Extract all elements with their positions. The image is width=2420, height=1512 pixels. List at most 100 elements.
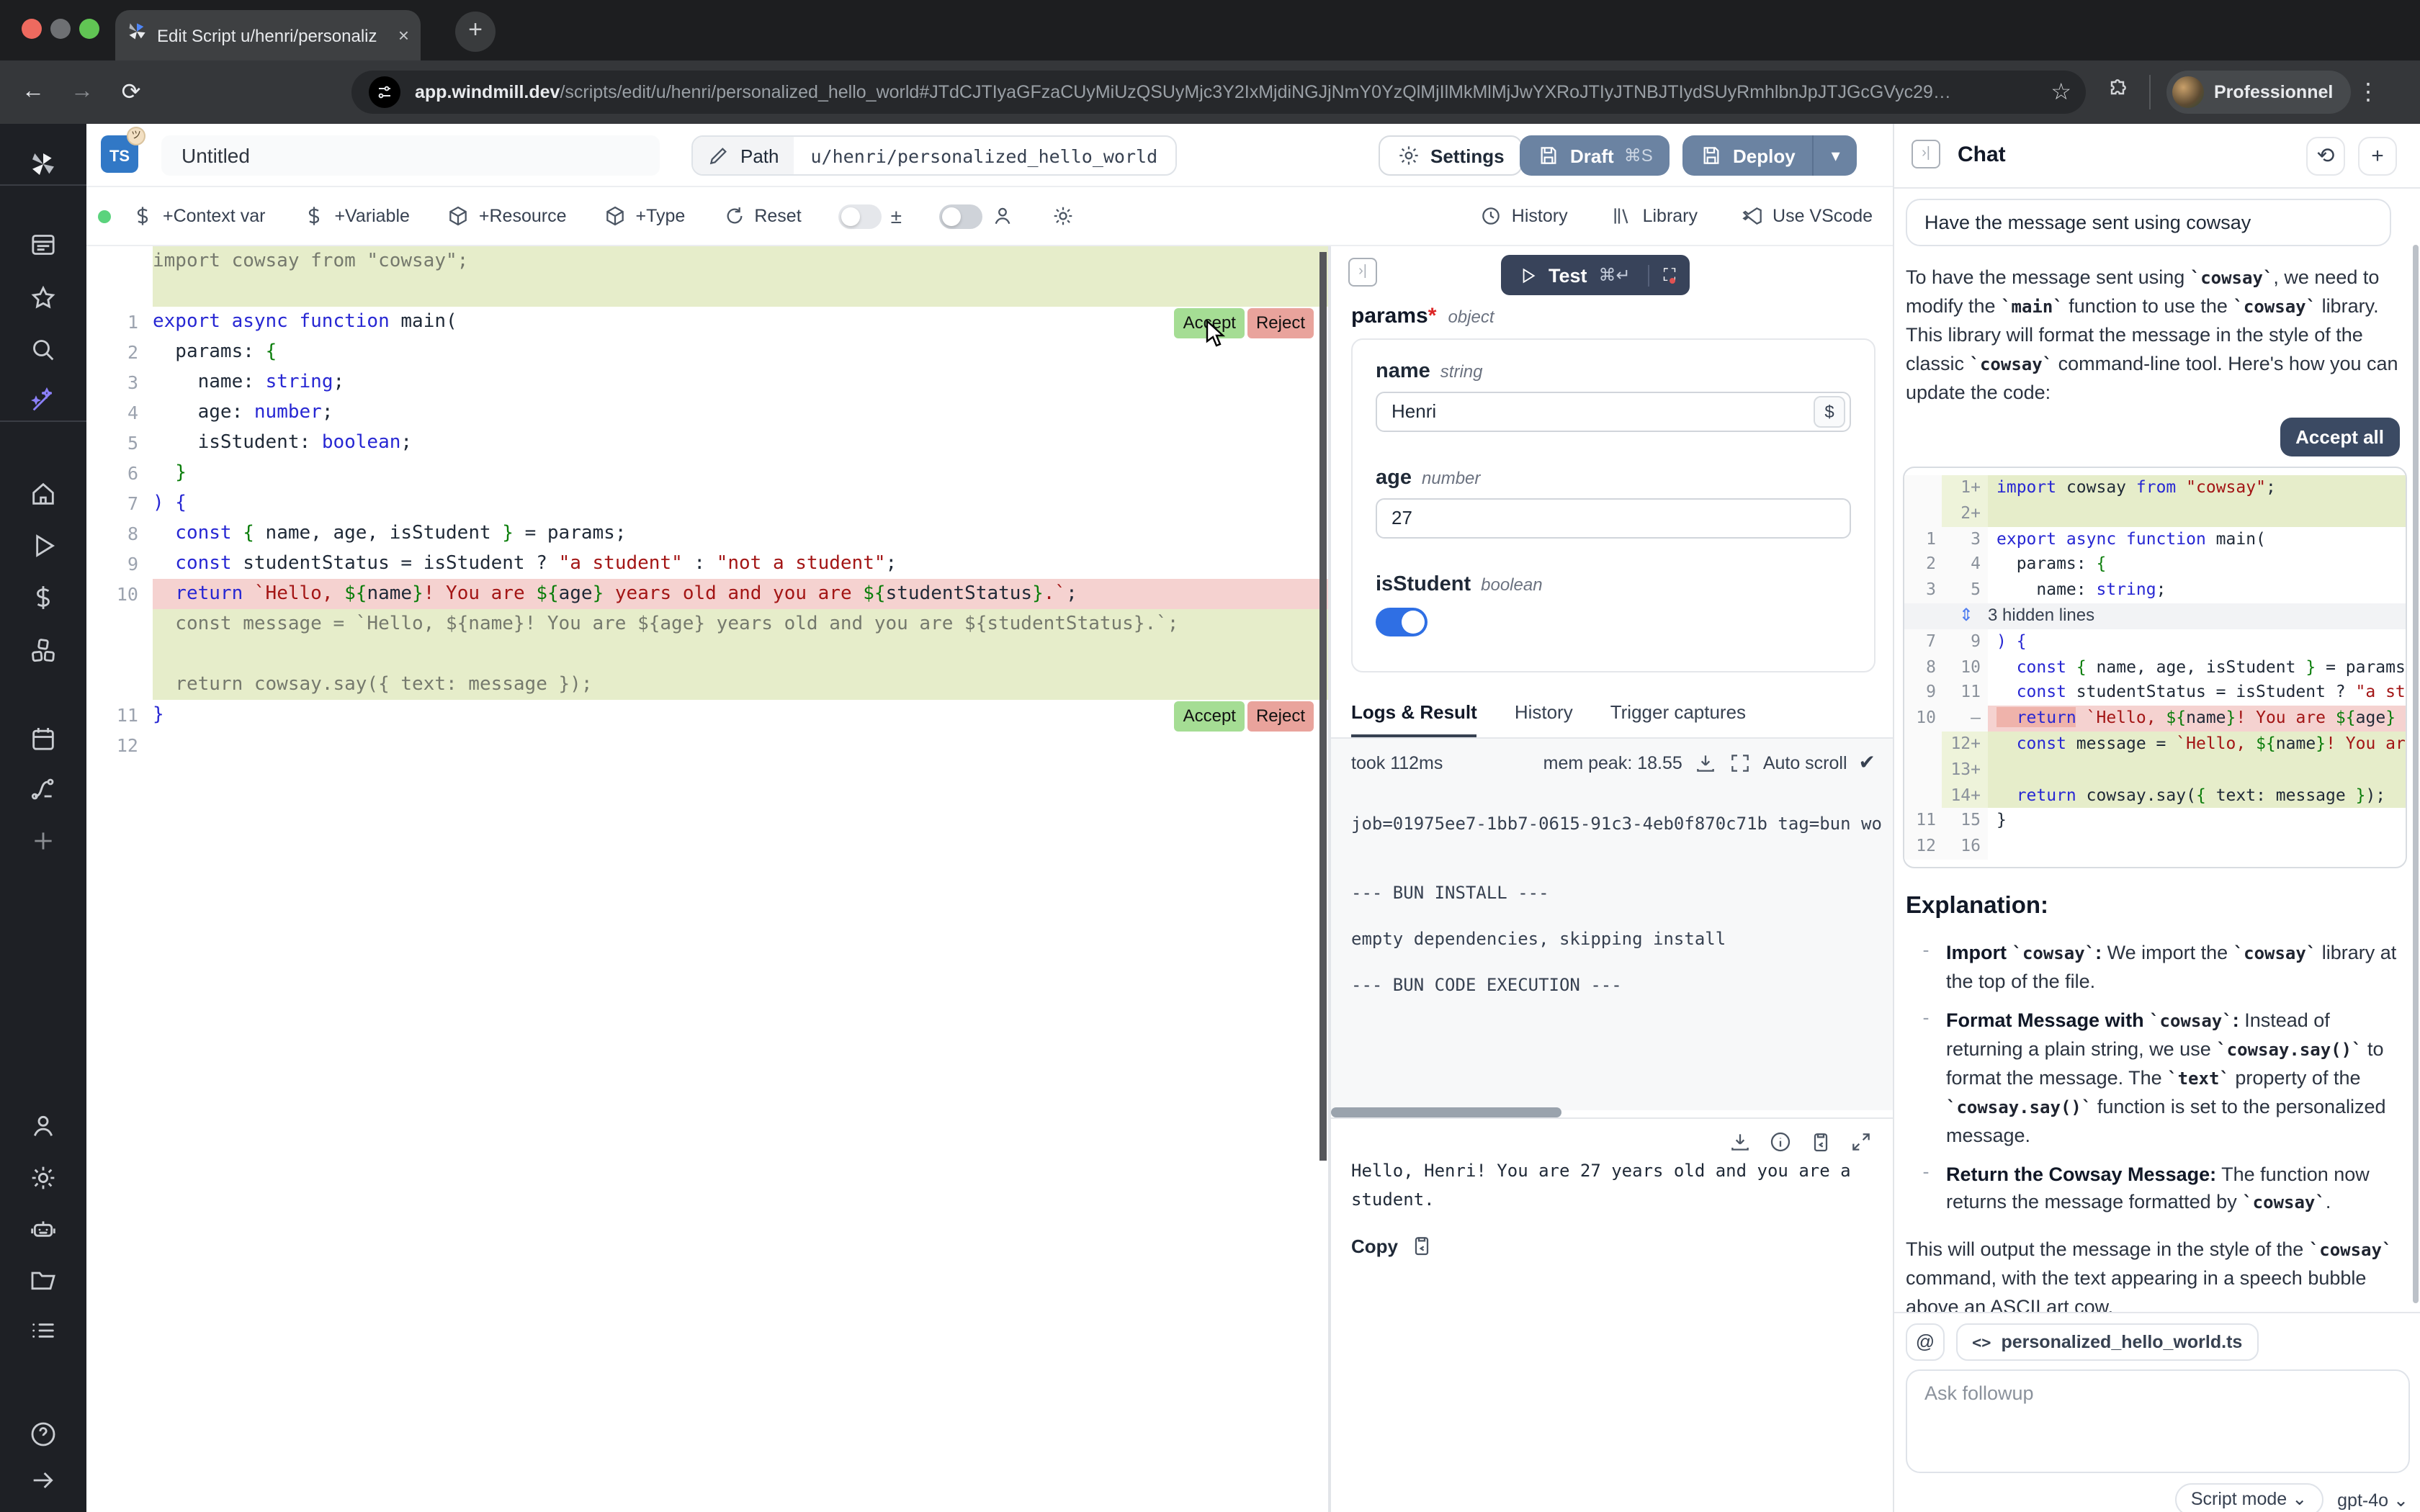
sidebar-item-resources-icon[interactable]	[0, 636, 86, 672]
sidebar-item-routes-icon[interactable]	[0, 775, 86, 811]
sidebar-item-help-icon[interactable]	[0, 1420, 86, 1456]
sidebar-item-plus-icon[interactable]	[0, 827, 86, 863]
type-button[interactable]: +Type	[604, 204, 686, 228]
settings-button[interactable]: Settings	[1379, 135, 1523, 176]
download-icon[interactable]	[1729, 1130, 1752, 1153]
chat-panel-icon[interactable]: ›|	[1912, 140, 1940, 168]
diff-toggle[interactable]	[839, 204, 882, 228]
variable-button[interactable]: +Variable	[302, 204, 409, 228]
sidebar-item-user-icon[interactable]	[0, 1112, 86, 1148]
capture-button[interactable]: ⛶	[1649, 264, 1690, 286]
editor-line[interactable]: 10 return `Hello, ${name}! You are ${age…	[86, 579, 1328, 609]
tab-trigger-captures[interactable]: Trigger captures	[1610, 701, 1746, 737]
logs-horizontal-scrollbar[interactable]	[1331, 1107, 1561, 1117]
editor-line[interactable]	[86, 276, 1328, 307]
sidebar-item-calendar-icon[interactable]	[0, 724, 86, 760]
accept-button[interactable]: Accept	[1175, 701, 1245, 732]
reject-button[interactable]: Reject	[1247, 308, 1314, 338]
library-button[interactable]: Library	[1611, 204, 1698, 228]
sidebar-item-play-icon[interactable]	[0, 531, 86, 567]
sidebar-item-folder-icon[interactable]	[0, 1266, 86, 1302]
copy-result-button[interactable]: Copy	[1351, 1234, 1433, 1257]
back-icon[interactable]: ←	[9, 79, 58, 105]
editor-line[interactable]: 4 age: number;	[86, 397, 1328, 428]
sidebar-item-magic-wand-icon[interactable]	[0, 386, 86, 422]
isStudent-toggle[interactable]	[1376, 608, 1428, 636]
name-field[interactable]: Henri$	[1376, 392, 1851, 432]
window-close-button[interactable]	[22, 19, 42, 39]
expand-hidden-icon[interactable]: ⇕	[1904, 603, 1988, 629]
new-tab-button[interactable]: +	[455, 12, 496, 52]
editor-line[interactable]	[86, 639, 1328, 670]
clipboard-icon[interactable]	[1809, 1130, 1832, 1153]
usevscode-button[interactable]: Use VScode	[1741, 204, 1873, 228]
sidebar-item-apps-icon[interactable]	[0, 230, 86, 266]
editor-line[interactable]: 5 isStudent: boolean;	[86, 428, 1328, 458]
history-button[interactable]: History	[1480, 204, 1568, 228]
path-editor[interactable]: Path u/henri/personalized_hello_world	[691, 135, 1176, 176]
omnibox[interactable]: app.windmill.dev/scripts/edit/u/henri/pe…	[351, 71, 2086, 114]
autoscroll-label[interactable]: Auto scroll	[1763, 752, 1847, 773]
profile-chip[interactable]: Professionnel	[2166, 71, 2350, 114]
browser-menu-icon[interactable]: ⋮	[2357, 78, 2380, 107]
gear-button[interactable]	[1052, 204, 1075, 228]
collapse-panel-icon[interactable]: ›|	[1348, 258, 1377, 287]
editor-line[interactable]: 8 const { name, age, isStudent } = param…	[86, 518, 1328, 549]
window-zoom-button[interactable]	[79, 19, 99, 39]
sidebar-item-search-icon[interactable]	[0, 336, 86, 372]
test-button[interactable]: Test⌘↵	[1501, 264, 1649, 286]
editor-line[interactable]: import cowsay from "cowsay";	[86, 246, 1328, 276]
model-select[interactable]: gpt-4o ⌄	[2337, 1489, 2408, 1511]
mention-button[interactable]: @	[1906, 1323, 1945, 1361]
sidebar-item-star-icon[interactable]	[0, 284, 86, 320]
toggle-pm[interactable]: ±	[839, 204, 902, 228]
reject-button[interactable]: Reject	[1247, 701, 1314, 732]
window-minimize-button[interactable]	[50, 19, 71, 39]
followup-input[interactable]: Ask followup	[1906, 1369, 2410, 1473]
info-icon[interactable]	[1769, 1130, 1792, 1153]
site-settings-icon[interactable]	[369, 76, 400, 108]
editor-line[interactable]: 1export async function main(AcceptReject	[86, 307, 1328, 337]
editor-line[interactable]: 3 name: string;	[86, 367, 1328, 397]
toggle-user[interactable]	[939, 204, 1014, 228]
sidebar-item-robot-icon[interactable]	[0, 1215, 86, 1251]
chat-history-icon[interactable]: ⟲	[2306, 137, 2345, 176]
browser-tab[interactable]: Edit Script u/henri/personaliz ×	[115, 10, 421, 60]
tab-close-icon[interactable]: ×	[398, 24, 409, 46]
editor-line[interactable]: 12	[86, 730, 1328, 760]
sidebar-item-home-icon[interactable]	[0, 480, 86, 516]
extensions-icon[interactable]	[2106, 78, 2129, 106]
tab-history[interactable]: History	[1515, 701, 1573, 737]
draft-button[interactable]: Draft⌘S	[1520, 135, 1670, 176]
editor-line[interactable]: const message = `Hello, ${name}! You are…	[86, 609, 1328, 639]
code-editor[interactable]: import cowsay from "cowsay"; 1export asyn…	[86, 246, 1328, 1512]
download-icon[interactable]	[1694, 751, 1717, 774]
editor-line[interactable]: return cowsay.say({ text: message });	[86, 670, 1328, 700]
chat-scrollbar[interactable]	[2413, 245, 2419, 1303]
contextvar-button[interactable]: +Context var	[131, 204, 265, 228]
editor-line[interactable]: 11}AcceptReject	[86, 700, 1328, 730]
editor-line[interactable]: 9 const studentStatus = isStudent ? "a s…	[86, 549, 1328, 579]
forward-icon[interactable]: →	[58, 79, 107, 105]
tab-logs-result[interactable]: Logs & Result	[1351, 701, 1477, 737]
deploy-dropdown-button[interactable]: ▾	[1814, 135, 1857, 176]
editor-scrollbar[interactable]	[1319, 252, 1327, 1161]
chat-accept-all-button[interactable]: Accept all	[2280, 418, 2400, 456]
age-field[interactable]: 27	[1376, 498, 1851, 539]
sidebar-item-arrow-right-icon[interactable]	[0, 1466, 86, 1502]
new-chat-button[interactable]: +	[2358, 137, 2397, 176]
reload-icon[interactable]: ⟳	[107, 78, 156, 107]
editor-line[interactable]: 7) {	[86, 488, 1328, 518]
mode-select[interactable]: Script mode ⌄	[2175, 1483, 2323, 1512]
reset-button[interactable]: Reset	[722, 204, 801, 228]
editor-line[interactable]: 2 params: {	[86, 337, 1328, 367]
variable-picker-button[interactable]: $	[1814, 396, 1845, 428]
bookmark-star-icon[interactable]: ☆	[2051, 78, 2071, 107]
deploy-button[interactable]: Deploy	[1682, 135, 1814, 176]
user-toggle[interactable]	[939, 204, 982, 228]
sidebar-item-gear-icon[interactable]	[0, 1164, 86, 1200]
script-name-input[interactable]: Untitled	[161, 135, 660, 176]
expand-icon[interactable]	[1729, 751, 1752, 774]
sidebar-item-list-icon[interactable]	[0, 1316, 86, 1352]
editor-line[interactable]: 6 }	[86, 458, 1328, 488]
